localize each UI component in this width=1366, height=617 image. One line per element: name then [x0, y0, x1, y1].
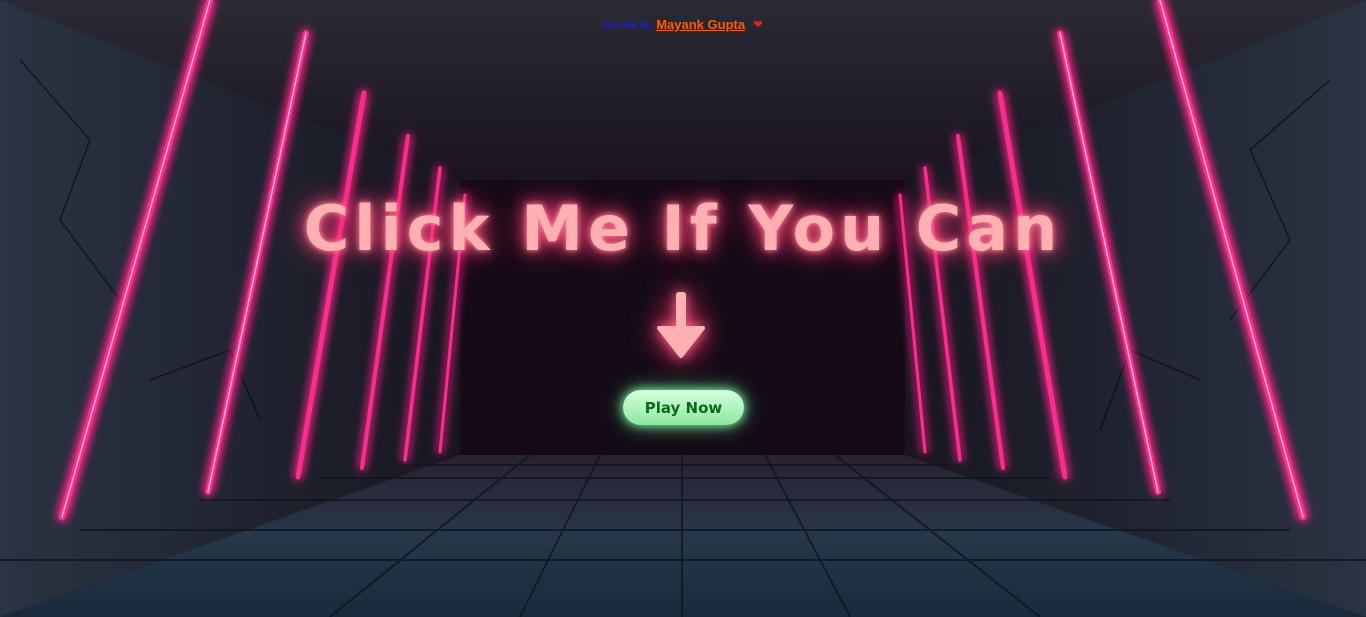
heart-icon: ❤ — [753, 19, 763, 32]
down-arrow-icon — [657, 292, 705, 358]
credit-prefix: Created by — [603, 19, 650, 30]
credit-line: Created by Mayank Gupta ❤ — [0, 16, 1366, 34]
author-link[interactable]: Mayank Gupta — [656, 17, 745, 32]
game-scene: Created by Mayank Gupta ❤ Click Me If Yo… — [0, 0, 1366, 617]
page-title: Click Me If You Can — [303, 192, 1063, 265]
play-now-button[interactable]: Play Now — [623, 390, 744, 425]
